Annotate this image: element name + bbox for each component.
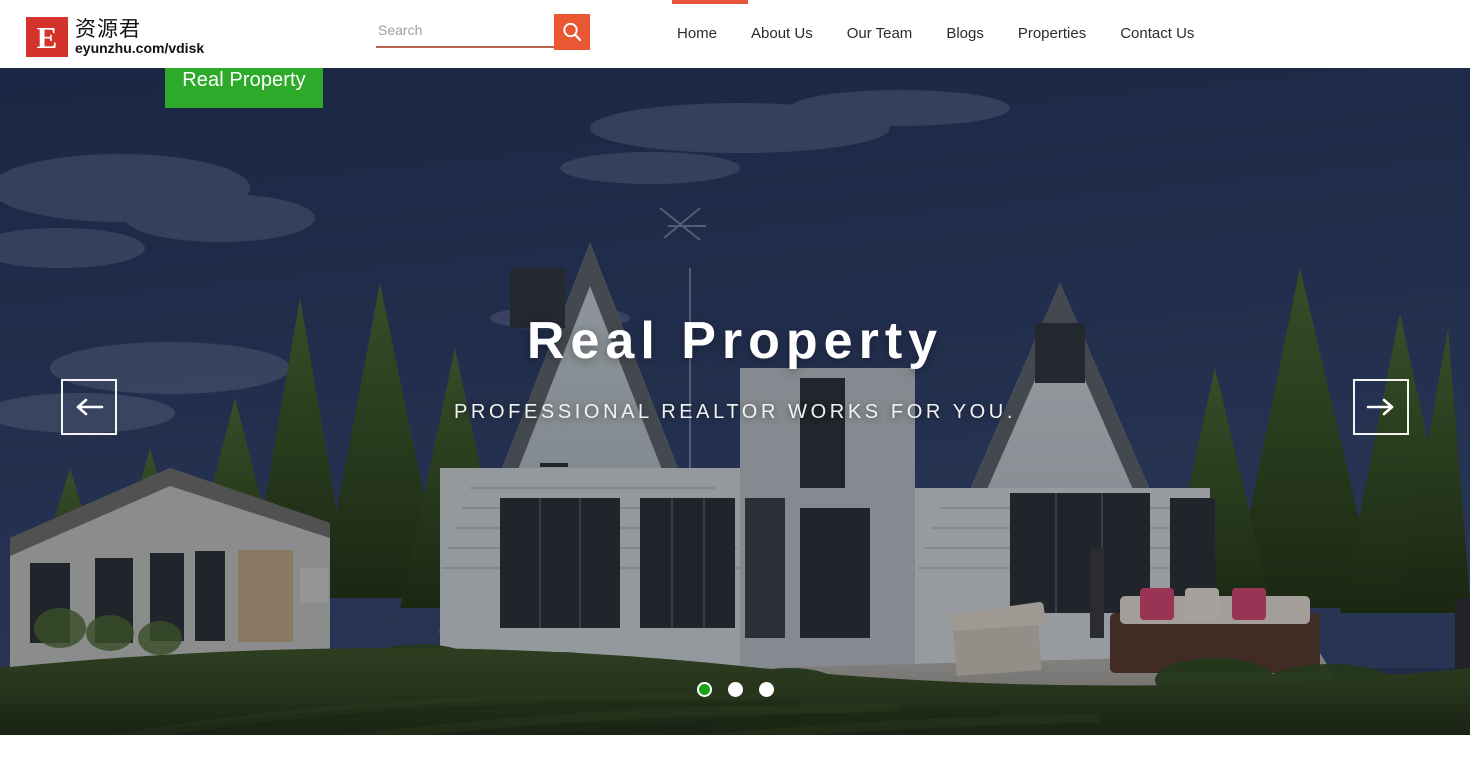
watermark-badge: E bbox=[26, 17, 68, 57]
hero-title: Real Property bbox=[526, 312, 944, 371]
search-icon bbox=[563, 22, 582, 42]
nav-item-contact-us[interactable]: Contact Us bbox=[1103, 0, 1211, 68]
arrow-left-icon bbox=[76, 398, 104, 416]
search-button[interactable] bbox=[554, 14, 590, 50]
hero-subtitle: PROFESSIONAL REALTOR WORKS FOR YOU. bbox=[453, 400, 1016, 423]
site-logo-title: Real Property bbox=[182, 69, 306, 91]
slider-dot-3[interactable] bbox=[758, 682, 774, 697]
watermark-text: 资源君 eyunzhu.com/vdisk bbox=[75, 18, 204, 56]
page-footer-strip bbox=[0, 735, 1470, 780]
arrow-right-icon bbox=[1366, 398, 1394, 416]
nav-item-about-us[interactable]: About Us bbox=[734, 0, 830, 68]
slider-pagination bbox=[0, 682, 1470, 697]
watermark-cn-text: 资源君 bbox=[75, 16, 141, 41]
slider-dot-1[interactable] bbox=[696, 682, 712, 697]
page-root: Real Property PROFESSIONAL REALTOR WORKS… bbox=[0, 0, 1470, 780]
nav-item-properties[interactable]: Properties bbox=[1001, 0, 1103, 68]
watermark: E 资源君 eyunzhu.com/vdisk bbox=[22, 12, 210, 62]
main-navigation: Home About Us Our Team Blogs Properties … bbox=[660, 0, 1211, 68]
watermark-url: eyunzhu.com/vdisk bbox=[75, 39, 205, 56]
search-container bbox=[376, 14, 590, 52]
nav-item-home[interactable]: Home bbox=[660, 0, 734, 68]
slider-dot-2[interactable] bbox=[727, 682, 743, 697]
nav-item-blogs[interactable]: Blogs bbox=[929, 0, 1001, 68]
active-nav-indicator bbox=[672, 0, 748, 4]
slider-prev-button[interactable] bbox=[61, 379, 117, 435]
hero-slider: Real Property PROFESSIONAL REALTOR WORKS… bbox=[0, 68, 1470, 735]
slider-next-button[interactable] bbox=[1353, 379, 1409, 435]
search-input[interactable] bbox=[376, 18, 554, 48]
hero-content: Real Property PROFESSIONAL REALTOR WORKS… bbox=[0, 68, 1470, 735]
nav-item-our-team[interactable]: Our Team bbox=[830, 0, 930, 68]
